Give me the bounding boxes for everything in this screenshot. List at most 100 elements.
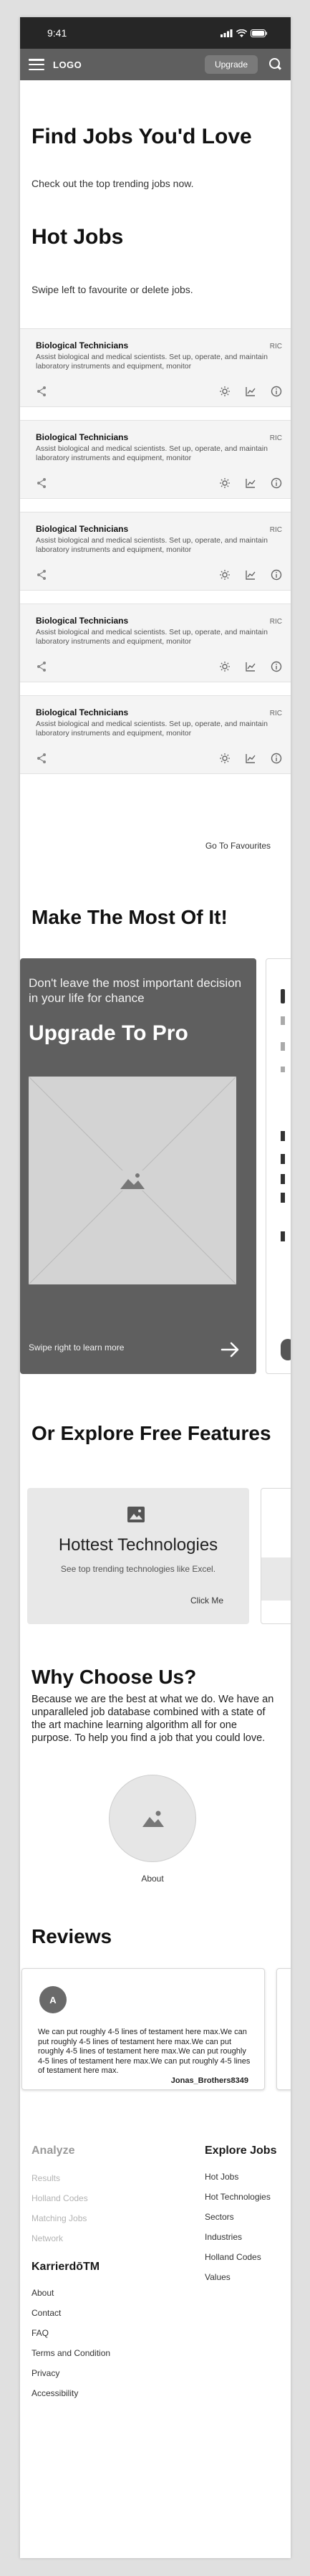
job-card[interactable]: Biological Technicians RIC Assist biologi… (20, 512, 291, 591)
job-card[interactable]: Biological Technicians RIC Assist biologi… (20, 328, 291, 407)
footer-explore-sectors[interactable]: Sectors (205, 2212, 276, 2222)
share-icon[interactable] (36, 753, 47, 764)
click-me-link[interactable]: Click Me (190, 1595, 223, 1606)
swipe-hint: Swipe right to learn more (29, 1342, 125, 1353)
job-title: Biological Technicians (36, 616, 129, 626)
why-title: Why Choose Us? (32, 1666, 197, 1688)
job-description: Assist biological and medical scientists… (36, 536, 268, 554)
job-list: Biological Technicians RIC Assist biologi… (20, 328, 291, 784)
info-icon[interactable] (271, 569, 282, 581)
arrow-right-icon[interactable] (221, 1341, 241, 1358)
job-description: Assist biological and medical scientists… (36, 720, 268, 738)
footer-explore-hot-technologies[interactable]: Hot Technologies (205, 2192, 276, 2202)
status-time: 9:41 (47, 27, 67, 39)
review-author: Jonas_Brothers8349 (170, 2076, 248, 2085)
review-card-peek[interactable] (276, 1968, 291, 2090)
go-to-favourites-link[interactable]: Go To Favourites (20, 841, 291, 851)
about-image[interactable] (109, 1775, 196, 1862)
upgrade-pro-card[interactable]: Don't leave the most important decision … (20, 958, 256, 1374)
review-text: We can put roughly 4-5 lines of testamen… (38, 2028, 251, 2075)
footer-faq[interactable]: FAQ (32, 2328, 110, 2338)
footer-privacy[interactable]: Privacy (32, 2368, 110, 2378)
features-title: Or Explore Free Features (32, 1422, 271, 1444)
trend-chart-icon[interactable] (245, 661, 256, 672)
reviews-title: Reviews (32, 1925, 112, 1947)
footer-explore-industries[interactable]: Industries (205, 2232, 276, 2242)
footer-analyze-network[interactable]: Network (32, 2233, 88, 2243)
job-title: Biological Technicians (36, 340, 129, 350)
sun-icon[interactable] (219, 386, 231, 397)
footer-explore-holland-codes[interactable]: Holland Codes (205, 2252, 276, 2262)
phone-frame: 9:41 LOGO Upgrade Find Jobs You'd Love C… (20, 17, 291, 2558)
battery-icon (251, 29, 267, 37)
job-card[interactable]: Biological Technicians RIC Assist biologi… (20, 604, 291, 682)
footer-analyze-matching-jobs[interactable]: Matching Jobs (32, 2213, 88, 2223)
footer-terms[interactable]: Terms and Condition (32, 2348, 110, 2358)
hero-title: Find Jobs You'd Love (32, 125, 252, 148)
avatar: A (39, 1986, 67, 2013)
logo[interactable]: LOGO (53, 59, 82, 70)
info-icon[interactable] (271, 477, 282, 489)
job-title: Biological Technicians (36, 524, 129, 534)
feature-card[interactable]: Hottest Technologies See top trending te… (27, 1488, 249, 1624)
trend-chart-icon[interactable] (245, 753, 256, 764)
next-card-peek[interactable] (266, 958, 291, 1374)
share-icon[interactable] (36, 569, 47, 581)
upgrade-lead-text: Don't leave the most important decision … (29, 976, 242, 1005)
upgrade-button[interactable]: Upgrade (204, 55, 258, 74)
footer-brand-head: KarrierdōTM (32, 2261, 100, 2273)
footer-analyze-holland-codes[interactable]: Holland Codes (32, 2193, 88, 2203)
job-description: Assist biological and medical scientists… (36, 353, 268, 371)
sun-icon[interactable] (219, 753, 231, 764)
job-title: Biological Technicians (36, 707, 129, 717)
sun-icon[interactable] (219, 569, 231, 581)
top-navbar: LOGO Upgrade (20, 49, 291, 80)
footer-accessibility[interactable]: Accessibility (32, 2388, 110, 2398)
image-icon (142, 1811, 164, 1827)
sun-icon[interactable] (219, 661, 231, 672)
info-icon[interactable] (271, 386, 282, 397)
job-code: RIC (269, 434, 282, 442)
hot-jobs-title: Hot Jobs (32, 225, 124, 249)
review-card[interactable]: A We can put roughly 4-5 lines of testam… (21, 1968, 265, 2090)
job-code: RIC (269, 343, 282, 350)
footer-brand: KarrierdōTM About Contact FAQ Terms and … (32, 2261, 110, 2398)
job-card[interactable]: Biological Technicians RIC Assist biologi… (20, 420, 291, 499)
feature-card-title: Hottest Technologies (58, 1535, 218, 1555)
about-label[interactable]: About (141, 1874, 163, 1884)
footer-analyze-results[interactable]: Results (32, 2173, 88, 2183)
job-card[interactable]: Biological Technicians RIC Assist biologi… (20, 695, 291, 774)
share-icon[interactable] (36, 386, 47, 397)
job-code: RIC (269, 618, 282, 626)
image-icon (127, 1507, 145, 1522)
trend-chart-icon[interactable] (245, 477, 256, 489)
feature-card-desc: See top trending technologies like Excel… (60, 1564, 216, 1574)
menu-icon[interactable] (29, 59, 44, 70)
share-icon[interactable] (36, 477, 47, 489)
feature-card-peek[interactable] (261, 1488, 291, 1624)
share-icon[interactable] (36, 661, 47, 672)
footer-explore-values[interactable]: Values (205, 2272, 276, 2282)
info-icon[interactable] (271, 661, 282, 672)
hot-jobs-subtitle: Swipe left to favourite or delete jobs. (32, 284, 193, 295)
footer-analyze-head: Analyze (32, 2145, 75, 2157)
wifi-icon (236, 29, 247, 37)
footer-contact[interactable]: Contact (32, 2308, 110, 2318)
trend-chart-icon[interactable] (245, 569, 256, 581)
footer-about[interactable]: About (32, 2288, 110, 2298)
sun-icon[interactable] (219, 477, 231, 489)
job-description: Assist biological and medical scientists… (36, 444, 268, 462)
hero-subtitle: Check out the top trending jobs now. (32, 178, 194, 189)
footer-explore-hot-jobs[interactable]: Hot Jobs (205, 2172, 276, 2182)
why-body: Because we are the best at what we do. W… (32, 1694, 274, 1744)
footer-explore: Explore Jobs Hot Jobs Hot Technologies S… (205, 2145, 276, 2282)
upgrade-pro-title: Upgrade To Pro (29, 1021, 188, 1045)
most-of-it-title: Make The Most Of It! (32, 906, 228, 928)
search-icon[interactable] (269, 58, 282, 71)
trend-chart-icon[interactable] (245, 386, 256, 397)
job-code: RIC (269, 710, 282, 717)
footer-explore-head: Explore Jobs (205, 2145, 277, 2157)
feature-card-peek-fill (261, 1557, 291, 1601)
info-icon[interactable] (271, 753, 282, 764)
job-title: Biological Technicians (36, 432, 129, 442)
